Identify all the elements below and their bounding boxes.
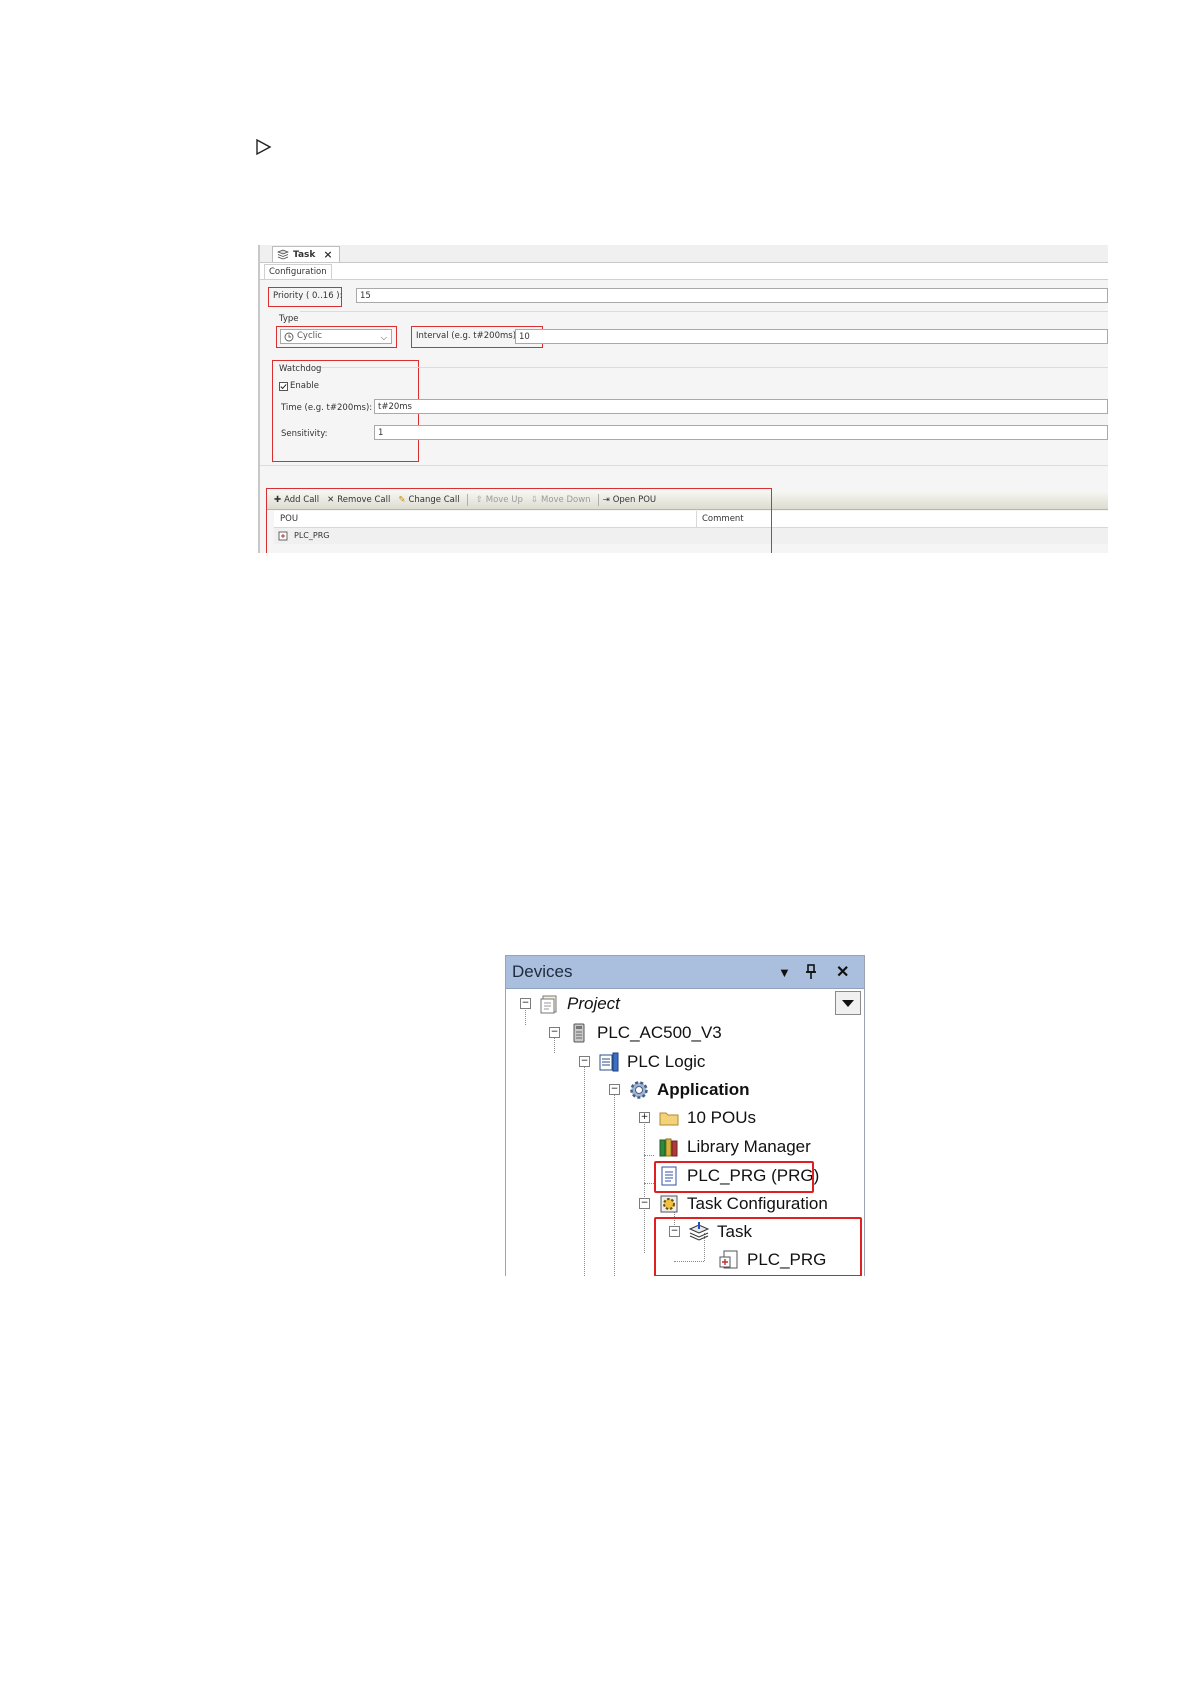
application-gear-icon bbox=[630, 1081, 648, 1099]
tree-item-project[interactable]: Project bbox=[538, 992, 620, 1016]
device-icon bbox=[573, 1023, 585, 1043]
task-editor-screenshot: Task × Configuration Priority ( 0..16 ):… bbox=[258, 245, 1108, 553]
type-selected-value: Cyclic bbox=[297, 331, 323, 341]
task-config-icon bbox=[660, 1195, 678, 1213]
expand-pous-icon[interactable]: + bbox=[639, 1112, 650, 1123]
tab-task[interactable]: Task × bbox=[272, 246, 340, 262]
devices-panel: Devices ▼ ✕ − − − − + − − Project PLC_AC… bbox=[505, 955, 865, 1276]
watchdog-sensitivity-input[interactable]: 1 bbox=[374, 425, 1108, 440]
checkbox-checked-icon bbox=[279, 381, 288, 391]
editor-tab-bar: Task × bbox=[260, 245, 1108, 263]
watchdog-enable-checkbox[interactable]: Enable bbox=[279, 381, 319, 391]
tree-item-library-manager[interactable]: Library Manager bbox=[658, 1135, 811, 1159]
devices-title: Devices bbox=[512, 962, 573, 981]
task-icon bbox=[277, 249, 289, 260]
tree-item-device[interactable]: PLC_AC500_V3 bbox=[568, 1021, 722, 1045]
calls-highlight bbox=[266, 488, 772, 553]
watchdog-enable-label: Enable bbox=[290, 381, 319, 391]
collapse-device-icon[interactable]: − bbox=[549, 1027, 560, 1038]
plc-prg-highlight bbox=[654, 1161, 814, 1193]
tree-item-task-configuration[interactable]: Task Configuration bbox=[658, 1192, 828, 1216]
folder-icon bbox=[659, 1112, 679, 1126]
devices-title-bar: Devices ▼ ✕ bbox=[506, 956, 864, 989]
interval-input[interactable]: 10 bbox=[515, 329, 1108, 344]
tab-configuration[interactable]: Configuration bbox=[264, 264, 332, 280]
tree-item-application[interactable]: Application bbox=[628, 1078, 750, 1102]
watchdog-group-label: Watchdog bbox=[279, 364, 322, 374]
type-select[interactable]: Cyclic ⌵ bbox=[280, 329, 392, 344]
collapse-project-icon[interactable]: − bbox=[520, 998, 531, 1009]
bullet-triangle-icon bbox=[256, 138, 272, 156]
watchdog-time-label: Time (e.g. t#200ms): bbox=[281, 403, 373, 413]
pin-icon[interactable] bbox=[804, 964, 818, 980]
library-icon bbox=[659, 1138, 678, 1157]
close-icon[interactable]: ✕ bbox=[836, 962, 849, 982]
project-icon bbox=[540, 995, 557, 1014]
collapse-application-icon[interactable]: − bbox=[609, 1084, 620, 1095]
chevron-down-icon: ⌵ bbox=[380, 333, 387, 342]
priority-input[interactable]: 15 bbox=[356, 288, 1108, 303]
collapse-plc-logic-icon[interactable]: − bbox=[579, 1056, 590, 1067]
collapse-task-configuration-icon[interactable]: − bbox=[639, 1198, 650, 1209]
task-highlight bbox=[654, 1217, 862, 1276]
watchdog-sensitivity-label: Sensitivity: bbox=[281, 429, 328, 439]
menu-dropdown-icon[interactable]: ▼ bbox=[778, 965, 791, 980]
tab-task-label: Task bbox=[293, 249, 316, 260]
type-group-label: Type bbox=[279, 314, 299, 324]
tree-dropdown-button[interactable] bbox=[835, 991, 861, 1015]
plc-logic-icon bbox=[599, 1052, 619, 1072]
interval-label: Interval (e.g. t#200ms): bbox=[416, 331, 519, 341]
tree-item-pous[interactable]: 10 POUs bbox=[658, 1106, 756, 1130]
tab-close-icon[interactable]: × bbox=[323, 248, 332, 261]
priority-label: Priority ( 0..16 ): bbox=[273, 291, 343, 301]
tree-item-plc-logic[interactable]: PLC Logic bbox=[598, 1050, 705, 1074]
clock-icon bbox=[284, 332, 294, 341]
watchdog-time-input[interactable]: t#20ms bbox=[374, 399, 1108, 414]
